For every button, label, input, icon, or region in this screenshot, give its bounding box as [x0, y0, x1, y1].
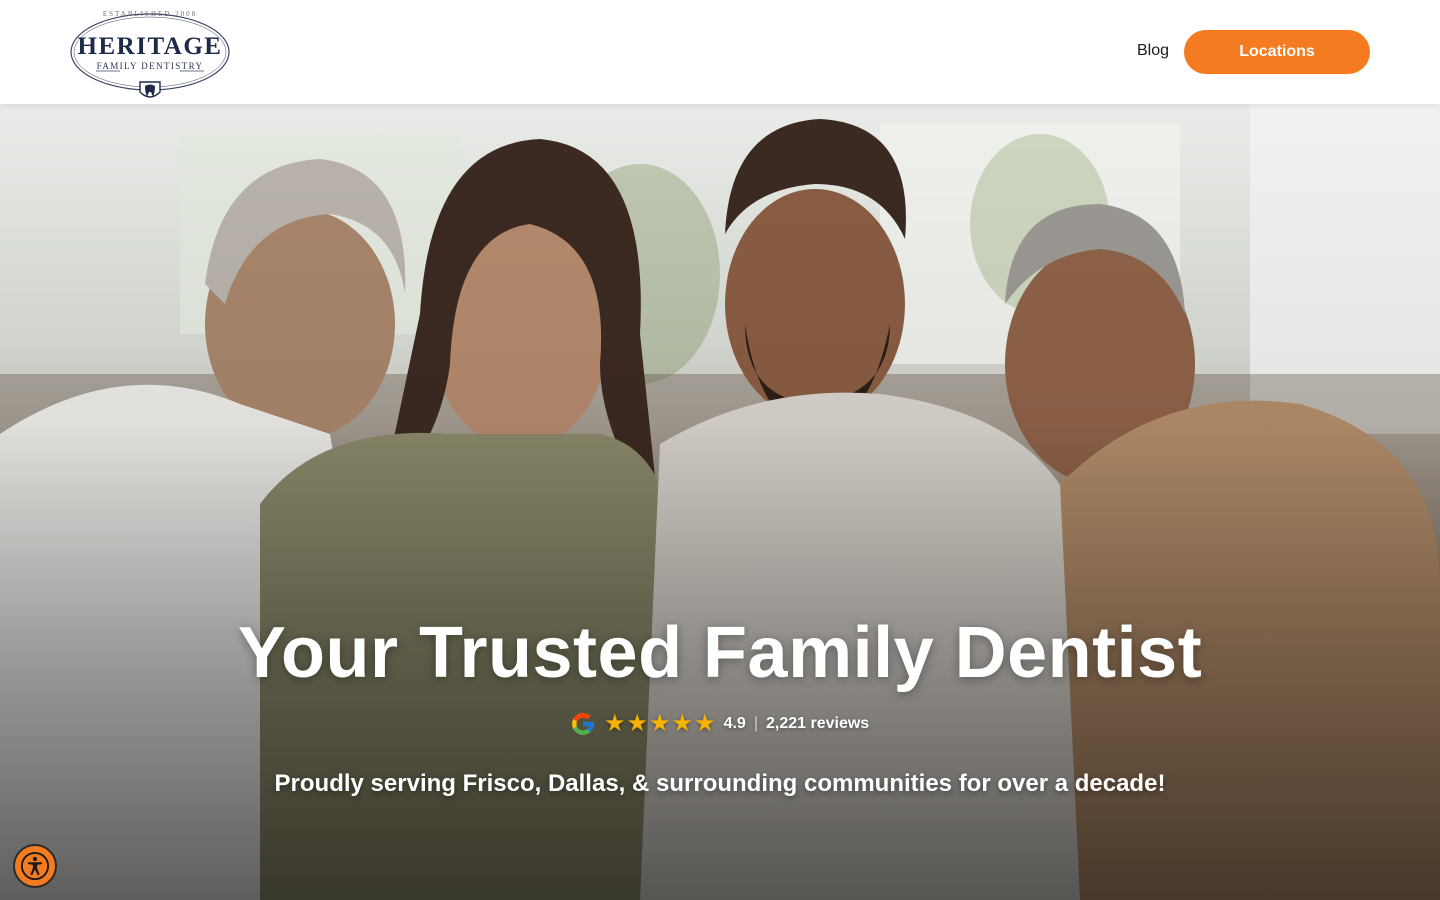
google-rating[interactable]: ★ ★ ★ ★ ★ 4.9 | 2,221 reviews [570, 710, 869, 738]
heritage-logo[interactable]: ESTABLISHED 2008 HERITAGE FAMILY DENTIST… [68, 6, 232, 106]
hero-subtitle: Proudly serving Frisco, Dallas, & surrou… [274, 770, 1166, 797]
hero-title: Your Trusted Family Dentist [237, 613, 1203, 693]
hero-section: Your Trusted Family Dentist ★ ★ ★ ★ ★ 4.… [0, 104, 1440, 900]
accessibility-button[interactable] [13, 844, 57, 888]
star-icon: ★ [671, 710, 694, 737]
star-icon: ★ [604, 710, 626, 737]
rating-score: 4.9 [723, 715, 746, 732]
logo-name: HERITAGE [77, 33, 223, 60]
star-icon: ★ [694, 710, 716, 737]
logo-established: ESTABLISHED 2008 [102, 10, 198, 18]
locations-button[interactable]: Locations [1184, 30, 1370, 74]
star-rating: ★ ★ ★ ★ ★ [604, 712, 716, 736]
logo-tagline: FAMILY DENTISTRY [96, 61, 204, 71]
google-icon [572, 713, 594, 735]
site-header: ESTABLISHED 2008 HERITAGE FAMILY DENTIST… [0, 0, 1440, 104]
rating-divider: | [753, 715, 758, 732]
accessibility-icon [20, 851, 50, 881]
star-icon: ★ [649, 710, 671, 737]
nav-blog-link[interactable]: Blog [1137, 42, 1169, 60]
review-count: 2,221 reviews [765, 715, 870, 732]
star-icon: ★ [626, 710, 649, 737]
